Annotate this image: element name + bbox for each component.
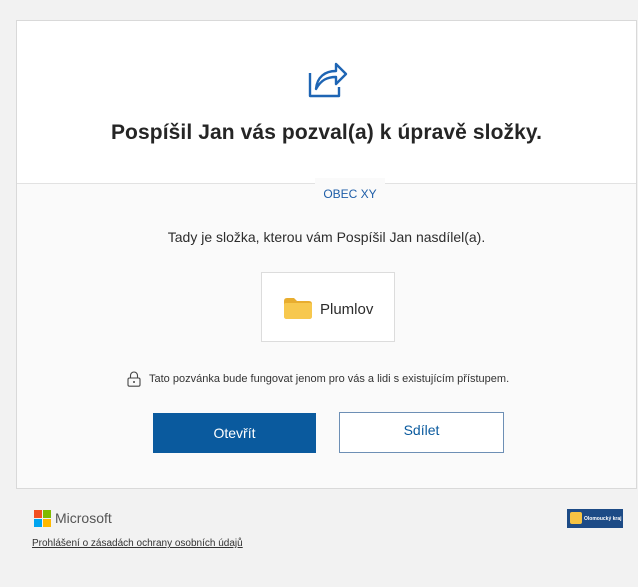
organization-label: OBEC XY	[315, 178, 385, 210]
region-logo-mark	[570, 512, 582, 524]
region-logo-text: Olomoucký kraj	[584, 516, 622, 522]
folder-icon	[284, 298, 312, 319]
invite-title: Pospíšil Jan vás pozval(a) k úpravě slož…	[110, 121, 543, 144]
open-button[interactable]: Otevřít	[153, 413, 316, 453]
privacy-statement-link[interactable]: Prohlášení o zásadách ochrany osobních ú…	[32, 538, 243, 549]
region-logo: Olomoucký kraj	[567, 509, 623, 528]
share-icon	[308, 62, 348, 98]
card-header: Pospíšil Jan vás pozval(a) k úpravě slož…	[17, 21, 636, 184]
invitation-card: Pospíšil Jan vás pozval(a) k úpravě slož…	[16, 20, 637, 489]
access-notice-text: Tato pozvánka bude fungovat jenom pro vá…	[149, 373, 510, 385]
folder-card[interactable]: Plumlov	[261, 272, 395, 342]
microsoft-brand-text: Microsoft	[55, 510, 112, 526]
invite-description: Tady je složka, kterou vám Pospíšil Jan …	[167, 229, 486, 245]
access-notice: Tato pozvánka bude fungovat jenom pro vá…	[127, 371, 547, 389]
share-button[interactable]: Sdílet	[339, 412, 504, 453]
microsoft-logo	[34, 510, 51, 527]
lock-icon	[127, 371, 141, 387]
folder-name: Plumlov	[320, 301, 374, 318]
